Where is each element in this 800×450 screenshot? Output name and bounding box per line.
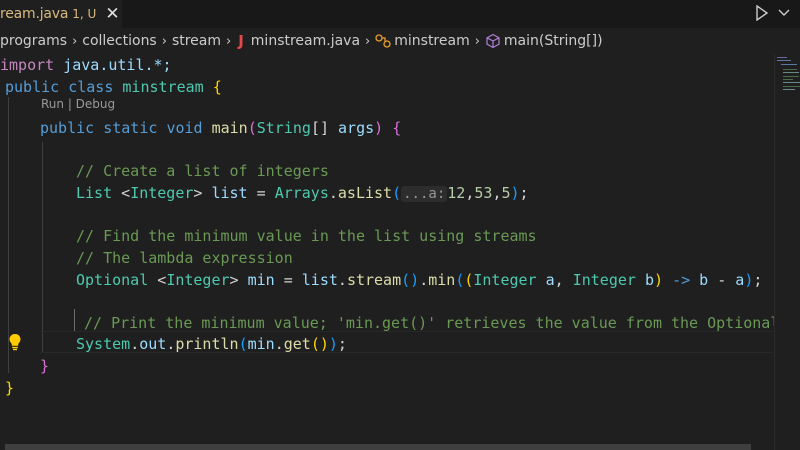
code-line-3: public static void main(String[] args) { — [40, 119, 402, 137]
indent-guide — [8, 97, 9, 373]
close-icon[interactable]: ✕ — [105, 5, 119, 23]
breadcrumb-stream[interactable]: stream — [172, 33, 221, 49]
code-line-2: public class minstream { — [5, 78, 222, 96]
horizontal-scrollbar-thumb[interactable] — [5, 444, 751, 450]
code-line-6: List <Integer> list = Arrays.asList(...a… — [76, 184, 529, 202]
indent-guide — [42, 142, 43, 352]
breadcrumb-method[interactable]: main(String[]) — [504, 33, 603, 49]
tab-minstream-java[interactable]: ream.java 1, U ✕ — [0, 0, 122, 28]
code-line-15: } — [5, 379, 15, 397]
tab-problems-status: 1, U — [72, 7, 97, 21]
code-line-9: // The lambda expression — [76, 249, 293, 267]
code-line-10: Optional <Integer> min = list.stream().m… — [76, 271, 763, 289]
lightbulb-icon[interactable] — [7, 333, 23, 351]
breadcrumb-collections[interactable]: collections — [82, 33, 156, 49]
codelens-run-debug[interactable]: Run | Debug — [41, 97, 115, 111]
breadcrumb-file[interactable]: minstream.java — [251, 33, 360, 49]
tab-title[interactable]: ream.java — [0, 6, 68, 22]
code-line-5: // Create a list of integers — [76, 162, 329, 180]
breadcrumb: programs › collections › stream › J mins… — [0, 28, 800, 54]
parameter-hint: ...a: — [401, 186, 448, 202]
breadcrumb-separator: › — [72, 33, 78, 49]
code-line-8: // Find the minimum value in the list us… — [76, 227, 537, 245]
code-line-1: import java.util.*; — [0, 56, 172, 74]
breadcrumb-separator: › — [365, 33, 371, 49]
code-line-13: System.out.println(min.get()); — [76, 335, 347, 353]
class-icon — [375, 34, 391, 48]
method-icon — [485, 33, 501, 49]
run-icon[interactable] — [751, 2, 773, 24]
breadcrumb-separator: › — [161, 33, 167, 49]
minimap[interactable] — [774, 54, 800, 450]
indent-guide — [74, 309, 75, 331]
java-file-icon: J — [238, 32, 244, 50]
breadcrumb-separator: › — [226, 33, 232, 49]
code-editor[interactable]: import java.util.*; public class minstre… — [0, 54, 779, 440]
breadcrumb-separator: › — [474, 33, 480, 49]
breadcrumb-class[interactable]: minstream — [394, 33, 469, 49]
code-line-14: } — [40, 357, 50, 375]
breadcrumb-programs[interactable]: programs — [0, 33, 67, 49]
tab-bar: ream.java 1, U ✕ — [0, 0, 800, 28]
chevron-down-icon[interactable] — [776, 2, 792, 24]
